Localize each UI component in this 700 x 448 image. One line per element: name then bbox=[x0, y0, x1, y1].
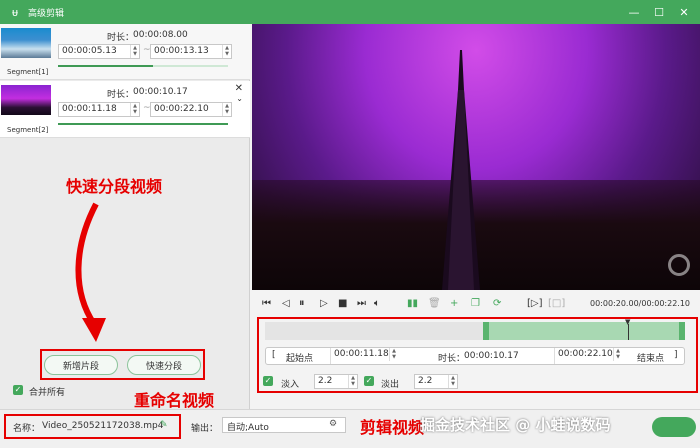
spin-icon[interactable]: ▲ ▼ bbox=[222, 45, 231, 58]
fade-out-checkbox[interactable]: ✓ bbox=[364, 376, 374, 386]
timeline-track[interactable]: ▼ bbox=[265, 318, 685, 340]
trim-duration-label: 时长： bbox=[438, 354, 466, 364]
segment-duration-label: 时长： bbox=[107, 90, 135, 100]
merge-all-label: 合并所有 bbox=[29, 388, 66, 398]
output-label: 输出： bbox=[191, 424, 219, 434]
start-export-button[interactable] bbox=[652, 417, 696, 437]
output-path-field[interactable]: 自动;Auto bbox=[222, 417, 346, 433]
chevron-down-icon[interactable]: ⌄ bbox=[236, 94, 243, 103]
spin-icon[interactable]: ▲ ▼ bbox=[389, 348, 398, 361]
jump-start-icon[interactable]: [▷] bbox=[527, 298, 543, 309]
bracket-right-icon: ] bbox=[674, 350, 678, 360]
volume-icon[interactable]: 🔈︎ bbox=[374, 298, 380, 309]
stop-icon[interactable]: ■ bbox=[338, 298, 347, 309]
segment-end-input[interactable]: 00:00:13.13 ▲ ▼ bbox=[150, 44, 232, 59]
tower-silhouette bbox=[442, 50, 480, 290]
refresh-icon[interactable]: ⟳ bbox=[493, 298, 501, 309]
segment-thumbnail bbox=[1, 28, 51, 58]
segment-start-input[interactable]: 00:00:11.18 ▲ ▼ bbox=[58, 102, 140, 117]
title-bar: ᵾ 高级剪辑 bbox=[0, 0, 700, 24]
start-point-button[interactable]: 起始点 bbox=[286, 351, 313, 364]
delete-icon[interactable]: 🗑︎ bbox=[428, 298, 441, 309]
spin-icon[interactable]: ▲ ▼ bbox=[130, 45, 139, 58]
spin-icon[interactable]: ▲ ▼ bbox=[130, 103, 139, 116]
video-preview[interactable] bbox=[252, 24, 700, 290]
annotation-rename: 重命名视频 bbox=[134, 391, 215, 410]
segment-label: Segment[1] bbox=[7, 68, 49, 76]
fade-in-input[interactable]: 2.2 ▲ ▼ bbox=[314, 374, 358, 389]
annotation-arrow-icon bbox=[75, 202, 106, 342]
timeline-selection[interactable] bbox=[483, 322, 685, 340]
fade-in-checkbox[interactable]: ✓ bbox=[263, 376, 273, 386]
playhead-line bbox=[628, 324, 629, 340]
annotation-quick-split: 快速分段视频 bbox=[66, 177, 163, 196]
trim-start-input[interactable]: 00:00:11.18 ▲ ▼ bbox=[330, 348, 398, 364]
split-icon[interactable]: ▮▮ bbox=[407, 298, 418, 309]
spin-icon[interactable]: ▲ ▼ bbox=[222, 103, 231, 116]
fade-out-input[interactable]: 2.2 ▲ ▼ bbox=[414, 374, 458, 389]
trim-duration: 00:00:10.17 bbox=[464, 351, 519, 361]
player-controls: ⏮ ◁ ⏸ ▷ ■ ⏭ 🔈︎ ▮▮ 🗑︎ + ❐ ⟳ [▷] [□] 00:00… bbox=[252, 290, 700, 318]
step-back-icon[interactable]: ◁ bbox=[282, 298, 290, 309]
close-button[interactable]: ✕ bbox=[672, 0, 696, 24]
segment-end-input[interactable]: 00:00:22.10 ▲ ▼ bbox=[150, 102, 232, 117]
spin-icon[interactable]: ▲ ▼ bbox=[613, 348, 622, 361]
segment-duration: 00:00:08.00 bbox=[133, 30, 188, 40]
bracket-left-icon: [ bbox=[272, 350, 276, 360]
player-logo-icon bbox=[668, 254, 690, 276]
segment-duration-label: 时长： bbox=[107, 33, 135, 43]
merge-all-checkbox[interactable]: ✓ bbox=[13, 385, 23, 395]
segment-item[interactable]: Segment[2] 时长： 00:00:10.17 ✕ ⌄ 00:00:11.… bbox=[0, 81, 250, 138]
fade-out-label: 淡出 bbox=[381, 380, 400, 390]
segment-duration: 00:00:10.17 bbox=[133, 87, 188, 97]
add-segment-button[interactable]: 新增片段 bbox=[44, 355, 118, 375]
minimize-button[interactable]: — bbox=[622, 0, 646, 24]
trim-end-input[interactable]: 00:00:22.10 ▲ ▼ bbox=[554, 348, 622, 364]
end-point-button[interactable]: 结束点 bbox=[637, 351, 664, 364]
settings-gear-icon[interactable]: ⚙ bbox=[329, 419, 337, 429]
skip-end-icon[interactable]: ⏭ bbox=[357, 298, 366, 309]
fade-in-label: 淡入 bbox=[281, 380, 300, 390]
trim-row: [ 起始点 00:00:11.18 ▲ ▼ 时长： 00:00:10.17 00:… bbox=[265, 347, 685, 365]
segment-start-input[interactable]: 00:00:05.13 ▲ ▼ bbox=[58, 44, 140, 59]
spin-icon[interactable]: ▲ ▼ bbox=[448, 375, 457, 388]
segment-item[interactable]: Segment[1] 时长： 00:00:08.00 00:00:05.13 ▲… bbox=[0, 24, 250, 80]
watermark-text: 掘金技术社区 @ 小蛙说数码 bbox=[420, 416, 611, 434]
quick-split-button[interactable]: 快速分段 bbox=[127, 355, 201, 375]
time-display: 00:00:20.00/00:00:22.10 bbox=[590, 299, 690, 308]
pause-icon[interactable]: ⏸ bbox=[299, 296, 305, 310]
remove-segment-icon[interactable]: ✕ bbox=[235, 83, 243, 94]
name-label: 名称： bbox=[13, 424, 41, 434]
segment-progress bbox=[58, 123, 228, 125]
step-forward-icon[interactable]: ▷ bbox=[320, 298, 328, 309]
copy-icon[interactable]: ❐ bbox=[471, 298, 480, 309]
skip-start-icon[interactable]: ⏮ bbox=[262, 298, 271, 309]
spin-icon[interactable]: ▲ ▼ bbox=[348, 375, 357, 388]
segment-thumbnail bbox=[1, 85, 51, 115]
add-icon[interactable]: + bbox=[450, 298, 458, 309]
maximize-button[interactable]: ☐ bbox=[647, 0, 671, 24]
annotation-edit: 剪辑视频 bbox=[360, 418, 425, 437]
window-title: 高级剪辑 bbox=[28, 8, 65, 19]
app-logo-icon: ᵾ bbox=[11, 5, 18, 19]
jump-end-icon[interactable]: [□] bbox=[548, 298, 565, 309]
edit-name-icon[interactable]: ✎ bbox=[160, 420, 168, 430]
segment-label: Segment[2] bbox=[7, 126, 49, 134]
segment-progress bbox=[58, 65, 153, 67]
filename-input[interactable]: Video_250521172038.mp4 bbox=[42, 421, 164, 431]
